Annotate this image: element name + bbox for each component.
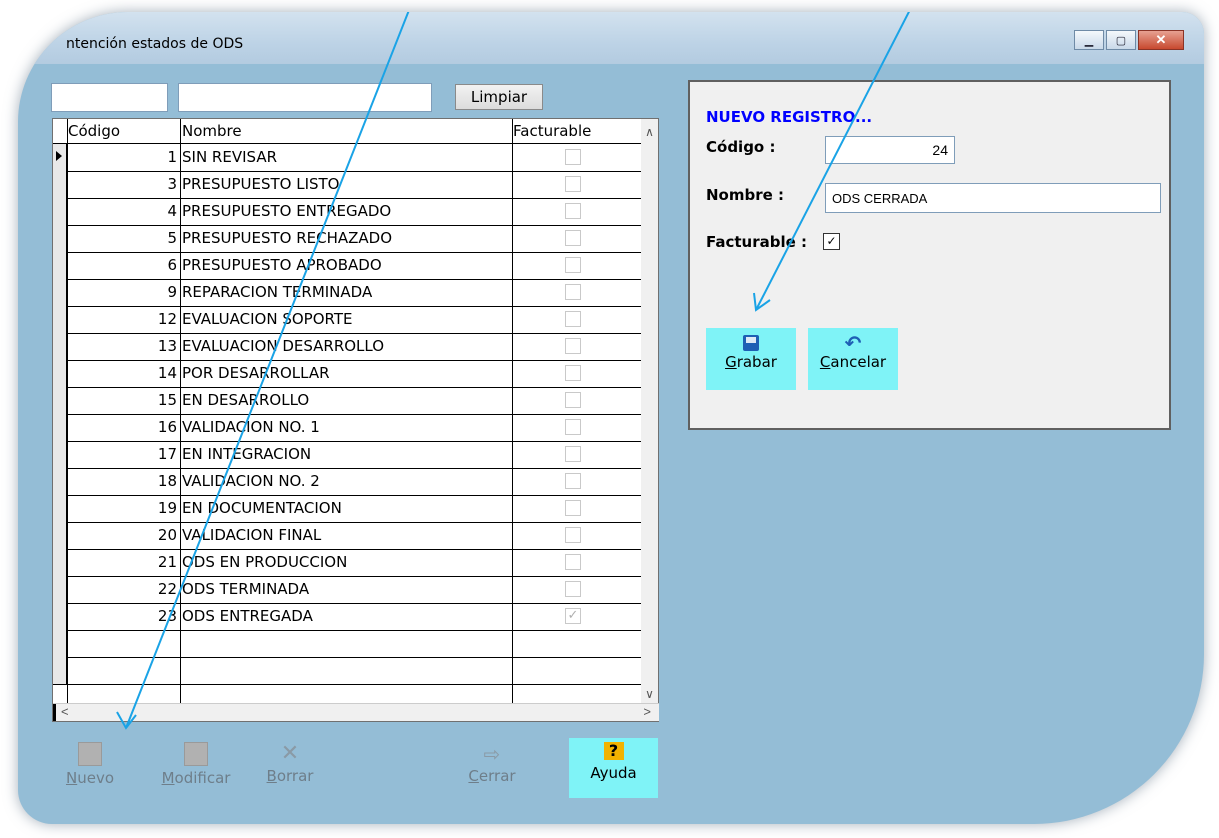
annotation-arrow-line — [755, 12, 910, 311]
app-window: ntención estados de ODS ▁ ▢ ✕ Limpiar Có… — [18, 12, 1204, 824]
annotation-arrow-line — [125, 12, 410, 729]
annotation-arrowhead — [753, 292, 771, 312]
annotation-arrows — [116, 12, 910, 730]
